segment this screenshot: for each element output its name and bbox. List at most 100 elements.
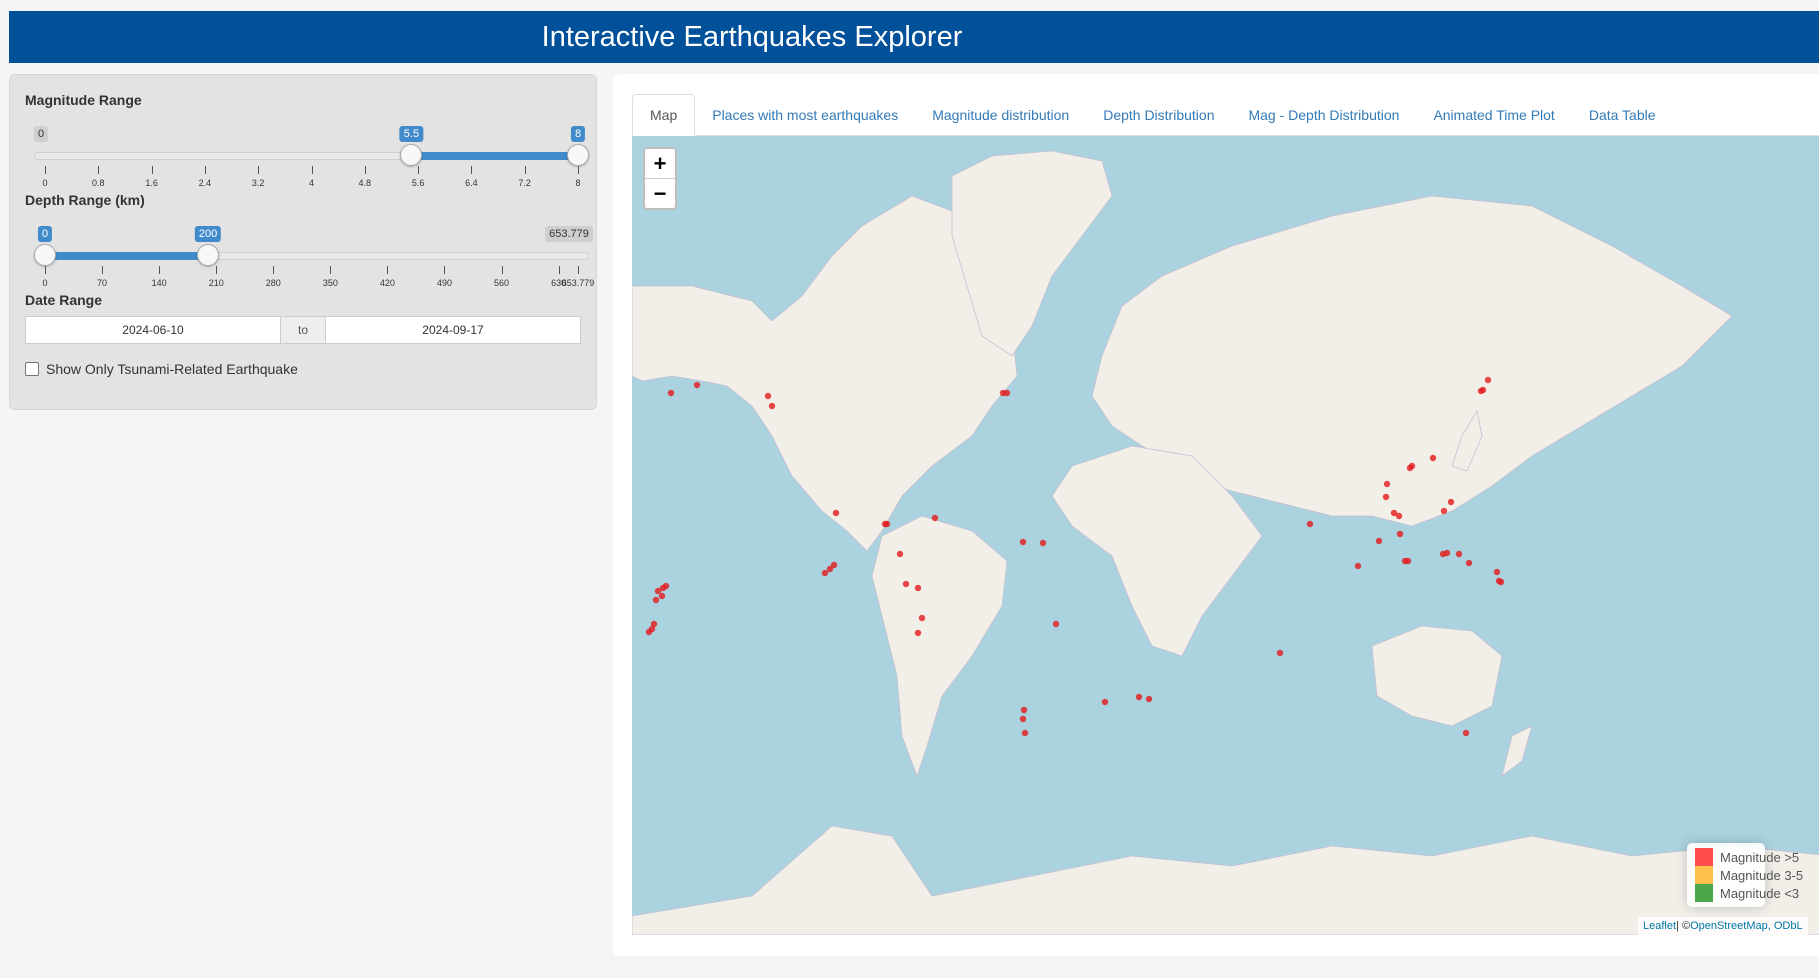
earthquake-marker[interactable]: [1306, 520, 1314, 528]
earthquake-marker[interactable]: [1447, 498, 1455, 506]
legend-swatch-orange: [1695, 866, 1713, 884]
earthquake-marker[interactable]: [914, 629, 922, 637]
leaflet-link[interactable]: Leaflet: [1643, 920, 1676, 932]
slider-tick: [102, 266, 104, 274]
south-america-landmass: [871, 515, 1008, 778]
earthquake-marker[interactable]: [1354, 562, 1362, 570]
magnitude-low-handle[interactable]: [400, 144, 423, 166]
zoom-in-button[interactable]: +: [645, 149, 675, 179]
earthquake-marker[interactable]: [826, 565, 834, 573]
slider-tick-label: 0: [42, 278, 48, 288]
app-header: Interactive Earthquakes Explorer: [9, 11, 1819, 63]
earthquake-marker[interactable]: [1020, 706, 1028, 714]
zoom-out-button[interactable]: −: [645, 179, 675, 208]
tab-bar: Map Places with most earthquakes Magnitu…: [632, 94, 1819, 136]
tab-magnitude-distribution[interactable]: Magnitude distribution: [915, 94, 1086, 136]
slider-tick: [98, 166, 100, 174]
earthquake-marker[interactable]: [1145, 695, 1153, 703]
slider-tick: [204, 166, 206, 174]
start-date-input[interactable]: 2024-06-10: [26, 317, 280, 343]
earthquake-marker[interactable]: [1443, 549, 1451, 557]
magnitude-min-label: 0: [33, 126, 49, 142]
tsunami-checkbox[interactable]: [25, 362, 39, 376]
depth-range-slider[interactable]: 0 200 653.779 0 70 140 210 280 350 420 490 560 63…: [34, 185, 594, 288]
earthquake-marker[interactable]: [1052, 620, 1060, 628]
earthquake-marker[interactable]: [1039, 539, 1047, 547]
earthquake-marker[interactable]: [902, 580, 910, 588]
earthquake-marker[interactable]: [662, 582, 670, 590]
earthquake-marker[interactable]: [1406, 464, 1414, 472]
slider-tick-label: 560: [494, 278, 510, 288]
slider-tick-label: 70: [97, 278, 108, 288]
slider-tick: [558, 266, 560, 274]
earthquake-marker[interactable]: [1455, 550, 1463, 558]
earthquake-marker[interactable]: [645, 628, 653, 636]
earthquake-marker[interactable]: [1440, 507, 1448, 515]
slider-tick-label: 490: [436, 278, 452, 288]
earthquake-marker[interactable]: [1383, 480, 1391, 488]
earthquake-marker[interactable]: [1484, 376, 1492, 384]
depth-max-label: 653.779: [545, 226, 593, 242]
tab-depth-distribution[interactable]: Depth Distribution: [1086, 94, 1231, 136]
date-range-label: Date Range: [25, 292, 103, 308]
end-date-input[interactable]: 2024-09-17: [326, 317, 580, 343]
tab-data-table[interactable]: Data Table: [1572, 94, 1673, 136]
depth-high-handle[interactable]: [197, 244, 220, 266]
tab-mag-depth-distribution[interactable]: Mag - Depth Distribution: [1231, 94, 1416, 136]
earthquake-marker[interactable]: [1019, 538, 1027, 546]
earthquake-marker[interactable]: [652, 596, 660, 604]
tsunami-filter[interactable]: Show Only Tsunami-Related Earthquake: [25, 361, 298, 377]
earthquake-marker[interactable]: [658, 592, 666, 600]
earthquake-marker[interactable]: [667, 389, 675, 397]
earthquake-marker[interactable]: [1493, 568, 1501, 576]
depth-low-value: 0: [37, 226, 53, 242]
osm-link[interactable]: OpenStreetMap, ODbL: [1690, 920, 1803, 932]
slider-tick: [501, 266, 503, 274]
map-attribution: Leaflet | © OpenStreetMap, ODbL: [1638, 917, 1808, 935]
magnitude-slider-fill: [411, 152, 578, 160]
tab-map[interactable]: Map: [632, 94, 696, 136]
earthquake-marker[interactable]: [1003, 389, 1011, 397]
earthquake-marker[interactable]: [1019, 715, 1027, 723]
earthquake-map[interactable]: + − Magnitude >5 Magnitude 3-5 Magnitude…: [632, 136, 1819, 935]
magnitude-range-slider[interactable]: 0 5.5 8 0 0.8 1.6 2.4 3.2 4 4.8 5.6 6.4 7.2 8: [33, 85, 589, 188]
earthquake-marker[interactable]: [931, 514, 939, 522]
slider-tick-label: 140: [151, 278, 167, 288]
earthquake-marker[interactable]: [914, 584, 922, 592]
earthquake-marker[interactable]: [1429, 454, 1437, 462]
earthquake-marker[interactable]: [1276, 649, 1284, 657]
earthquake-marker[interactable]: [1101, 698, 1109, 706]
earthquake-marker[interactable]: [883, 520, 891, 528]
slider-tick: [273, 266, 275, 274]
earthquake-marker[interactable]: [1477, 387, 1485, 395]
earthquake-marker[interactable]: [1382, 493, 1390, 501]
earthquake-marker[interactable]: [768, 402, 776, 410]
earthquake-marker[interactable]: [1375, 537, 1383, 545]
earthquake-marker[interactable]: [1404, 557, 1412, 565]
earthquake-marker[interactable]: [1021, 729, 1029, 737]
app-title: Interactive Earthquakes Explorer: [541, 20, 963, 53]
earthquake-marker[interactable]: [918, 614, 926, 622]
slider-tick: [159, 266, 161, 274]
earthquake-marker[interactable]: [821, 569, 829, 577]
earthquake-marker[interactable]: [832, 509, 840, 517]
earthquake-marker[interactable]: [1465, 559, 1473, 567]
earthquake-marker[interactable]: [1396, 530, 1404, 538]
earthquake-marker[interactable]: [654, 587, 662, 595]
earthquake-marker[interactable]: [1462, 729, 1470, 737]
earthquake-marker[interactable]: [1135, 693, 1143, 701]
earthquake-marker[interactable]: [1497, 578, 1505, 586]
earthquake-marker[interactable]: [764, 392, 772, 400]
depth-low-handle[interactable]: [34, 244, 56, 266]
magnitude-high-handle[interactable]: [567, 144, 589, 166]
legend-swatch-red: [1695, 848, 1713, 866]
tsunami-checkbox-label[interactable]: Show Only Tsunami-Related Earthquake: [46, 361, 298, 377]
slider-tick-label: 420: [379, 278, 395, 288]
earthquake-marker[interactable]: [693, 381, 701, 389]
earthquake-marker[interactable]: [896, 550, 904, 558]
slider-tick-label: 280: [265, 278, 281, 288]
tab-animated-time-plot[interactable]: Animated Time Plot: [1416, 94, 1571, 136]
slider-tick: [524, 166, 526, 174]
tab-places[interactable]: Places with most earthquakes: [695, 94, 915, 136]
earthquake-marker[interactable]: [1395, 512, 1403, 520]
